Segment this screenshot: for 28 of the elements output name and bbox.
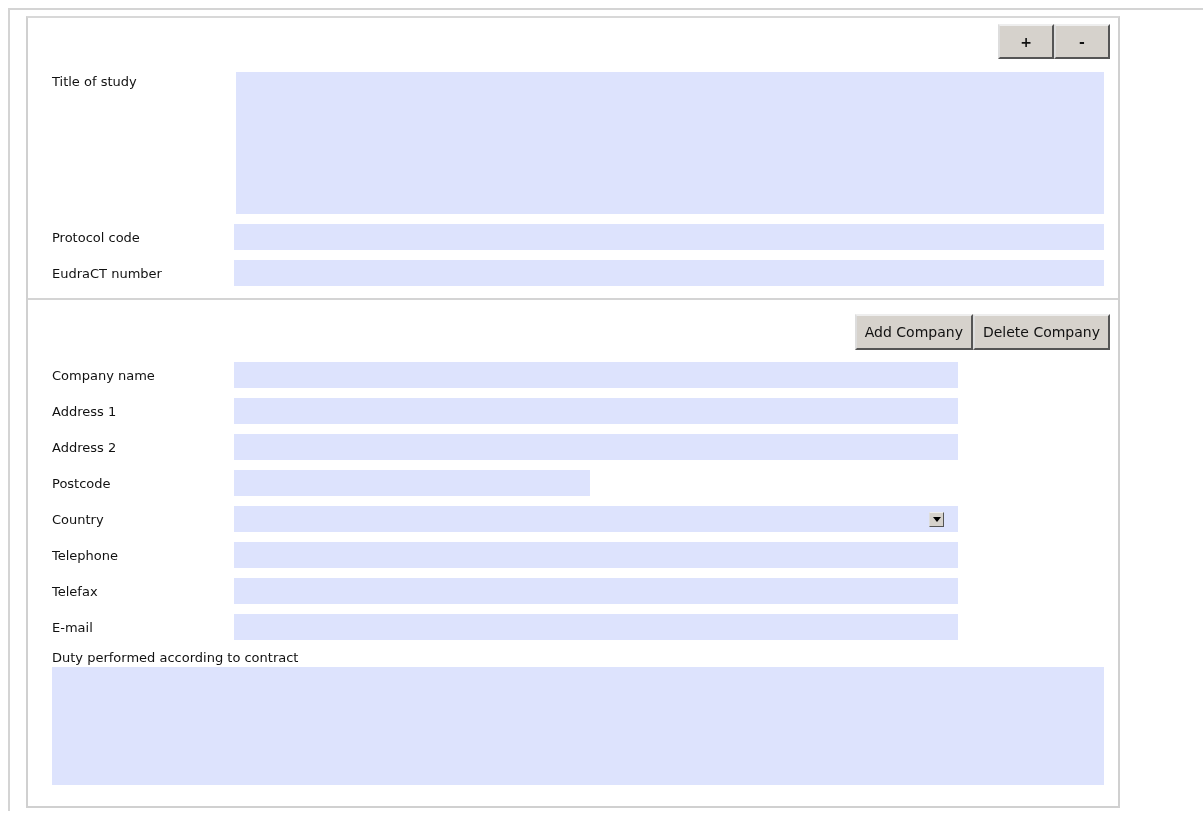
input-field[interactable]	[234, 614, 958, 640]
input-field[interactable]	[234, 542, 958, 568]
field-label: EudraCT number	[52, 265, 163, 281]
input-field[interactable]	[234, 362, 958, 388]
input-field[interactable]	[234, 434, 958, 460]
field-label: E-mail	[52, 619, 94, 635]
field-label: Telefax	[52, 583, 99, 599]
field-label: Address 2	[52, 439, 118, 455]
field-label: Duty performed according to contract	[52, 650, 299, 665]
input-field[interactable]	[234, 224, 1104, 250]
input-field[interactable]	[234, 260, 1104, 286]
field-label: Protocol code	[52, 229, 141, 245]
input-field[interactable]	[234, 470, 590, 496]
form-button[interactable]: +	[998, 24, 1054, 59]
form-button[interactable]: -	[1054, 24, 1110, 59]
field-label: Telephone	[52, 547, 120, 563]
field-label: Country	[52, 511, 105, 527]
text-area[interactable]	[52, 667, 1104, 785]
dropdown-field[interactable]	[234, 506, 958, 532]
field-label: Title of study	[52, 74, 138, 89]
field-label: Postcode	[52, 475, 112, 491]
input-field[interactable]	[234, 398, 958, 424]
field-label: Address 1	[52, 403, 118, 419]
input-field[interactable]	[234, 578, 958, 604]
form-button[interactable]: Add Company	[854, 314, 973, 350]
field-label: Company name	[52, 367, 156, 383]
text-area[interactable]	[236, 72, 1104, 214]
form-button[interactable]: Delete Company	[972, 314, 1110, 350]
